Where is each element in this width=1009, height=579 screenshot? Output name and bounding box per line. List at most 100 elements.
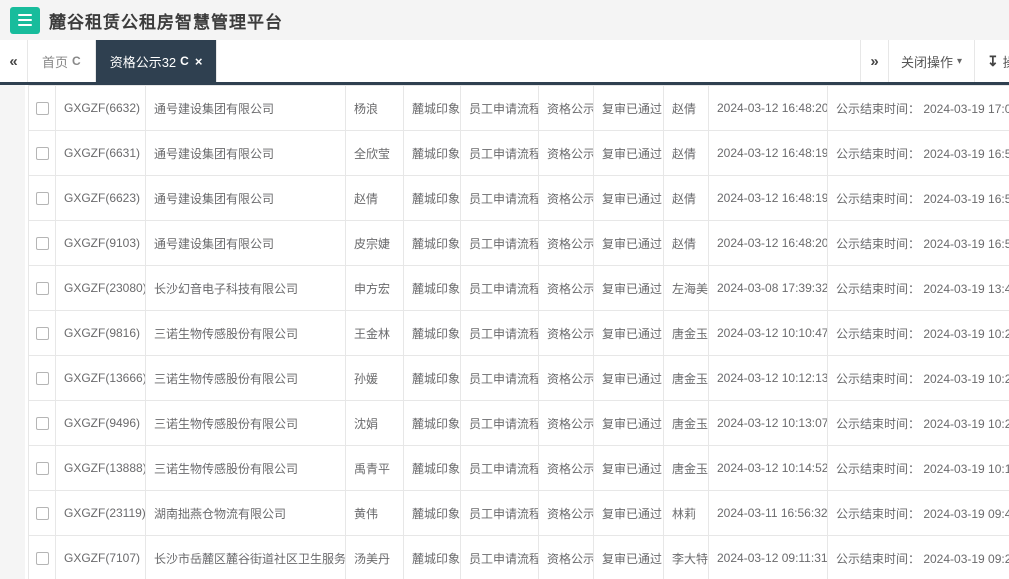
- cell-process: 员工申请流程: [460, 85, 539, 131]
- cell-apply-time: 2024-03-12 10:12:13: [708, 355, 828, 401]
- table-row: GXGZF(7107)长沙市岳麓区麓谷街道社区卫生服务中心汤美丹麓城印象员工申请…: [28, 535, 1009, 579]
- cell-process: 员工申请流程: [460, 535, 539, 579]
- cell-apply-time: 2024-03-12 10:13:07: [708, 400, 828, 446]
- cell-company: 三诺生物传感股份有限公司: [145, 355, 346, 401]
- cell-checkbox: [28, 310, 56, 356]
- cell-checkbox: [28, 130, 56, 176]
- row-checkbox[interactable]: [35, 552, 49, 566]
- cell-reviewer: 唐金玉: [663, 445, 709, 491]
- operations-button[interactable]: ↧ 操作: [974, 40, 1009, 82]
- cell-apply-time: 2024-03-12 09:11:31: [708, 535, 828, 579]
- cell-status: 资格公示: [538, 355, 594, 401]
- cell-company: 长沙幻音电子科技有限公司: [145, 265, 346, 311]
- table-row: GXGZF(6631) 通号建设集团有限公司 全欣莹 麓城印象 员工申请流程 资格公示 复审…: [28, 130, 1009, 176]
- cell-applicant: 孙媛: [345, 355, 404, 401]
- close-operations-label: 关闭操作: [901, 54, 954, 70]
- cell-company: 长沙市岳麓区麓谷街道社区卫生服务中心: [145, 535, 346, 579]
- cell-review: 复审已通过: [593, 130, 664, 176]
- cell-apply-time: 2024-03-12 10:10:47: [708, 310, 828, 356]
- row-checkbox[interactable]: [35, 147, 49, 161]
- cell-id: GXGZF(7107): [55, 535, 146, 579]
- close-tab-icon[interactable]: ×: [195, 55, 203, 68]
- cell-id: GXGZF(6631): [55, 130, 146, 176]
- cell-status: 资格公示: [538, 400, 594, 446]
- cell-process: 员工申请流程: [460, 220, 539, 266]
- cell-review: 复审已通过: [593, 265, 664, 311]
- row-checkbox[interactable]: [35, 282, 49, 296]
- row-checkbox[interactable]: [35, 417, 49, 431]
- close-operations-dropdown[interactable]: 关闭操作 ▾: [888, 40, 974, 82]
- refresh-icon[interactable]: C: [180, 54, 189, 68]
- tab-qualification-publicity[interactable]: 资格公示32 C ×: [95, 40, 218, 82]
- row-checkbox[interactable]: [35, 192, 49, 206]
- cell-end-time: 公示结束时间： 2024-03-19 16:56:54: [827, 220, 1009, 266]
- cell-process: 员工申请流程: [460, 490, 539, 536]
- download-icon: ↧: [987, 52, 999, 69]
- cell-company: 通号建设集团有限公司: [145, 220, 346, 266]
- cell-status: 资格公示: [538, 445, 594, 491]
- cell-applicant: 申方宏: [345, 265, 404, 311]
- cell-project: 麓城印象: [403, 490, 461, 536]
- tab-label: 资格公示32: [109, 54, 177, 70]
- cell-process: 员工申请流程: [460, 310, 539, 356]
- app-header: 麓谷租赁公租房智慧管理平台: [0, 0, 1009, 40]
- cell-project: 麓城印象: [403, 85, 461, 131]
- cell-project: 麓城印象: [403, 310, 461, 356]
- left-gutter: [0, 85, 25, 579]
- cell-project: 麓城印象: [403, 220, 461, 266]
- cell-id: GXGZF(9103): [55, 220, 146, 266]
- row-checkbox[interactable]: [35, 327, 49, 341]
- cell-applicant: 皮宗婕: [345, 220, 404, 266]
- cell-reviewer: 李大特: [663, 535, 709, 579]
- cell-company: 通号建设集团有限公司: [145, 85, 346, 131]
- cell-checkbox: [28, 220, 56, 266]
- row-checkbox[interactable]: [35, 372, 49, 386]
- cell-status: 资格公示: [538, 175, 594, 221]
- cell-reviewer: 赵倩: [663, 130, 709, 176]
- cell-id: GXGZF(6623): [55, 175, 146, 221]
- tab-home[interactable]: 首页 C: [28, 40, 96, 82]
- table-row: GXGZF(6623) 通号建设集团有限公司 赵倩 麓城印象 员工申请流程 资格公示 复审已…: [28, 175, 1009, 221]
- cell-id: GXGZF(9496): [55, 400, 146, 446]
- cell-end-time: 公示结束时间： 2024-03-19 09:43:00: [827, 490, 1009, 536]
- cell-review: 复审已通过: [593, 445, 664, 491]
- cell-company: 通号建设集团有限公司: [145, 130, 346, 176]
- cell-project: 麓城印象: [403, 400, 461, 446]
- cell-end-time: 公示结束时间： 2024-03-19 10:20:30: [827, 400, 1009, 446]
- cell-review: 复审已通过: [593, 355, 664, 401]
- cell-status: 资格公示: [538, 310, 594, 356]
- cell-end-time: 公示结束时间： 2024-03-19 09:25:20: [827, 535, 1009, 579]
- cell-process: 员工申请流程: [460, 355, 539, 401]
- cell-applicant: 黄伟: [345, 490, 404, 536]
- row-checkbox[interactable]: [35, 507, 49, 521]
- app-title: 麓谷租赁公租房智慧管理平台: [49, 12, 283, 32]
- cell-project: 麓城印象: [403, 130, 461, 176]
- records-table: GXGZF(6632) 通号建设集团有限公司 杨浪 麓城印象 员工申请流程 资格公示 复审已…: [28, 85, 1009, 579]
- scroll-tabs-right-button[interactable]: »: [860, 40, 888, 82]
- cell-id: GXGZF(23119): [55, 490, 146, 536]
- cell-apply-time: 2024-03-12 16:48:20: [708, 85, 828, 131]
- row-checkbox[interactable]: [35, 102, 49, 116]
- table-row: GXGZF(23119) 湖南拙燕仓物流有限公司 黄伟 麓城印象 员工申请流程 资格公示复…: [28, 490, 1009, 536]
- cell-applicant: 全欣莹: [345, 130, 404, 176]
- cell-checkbox: [28, 355, 56, 401]
- tab-bar-controls: » 关闭操作 ▾ ↧ 操作: [860, 40, 1009, 82]
- content-area: GXGZF(6632) 通号建设集团有限公司 杨浪 麓城印象 员工申请流程 资格公示 复审已…: [0, 85, 1009, 579]
- cell-reviewer: 赵倩: [663, 220, 709, 266]
- cell-checkbox: [28, 535, 56, 579]
- cell-applicant: 汤美丹: [345, 535, 404, 579]
- table-row: GXGZF(6632) 通号建设集团有限公司 杨浪 麓城印象 员工申请流程 资格公示 复审已…: [28, 85, 1009, 131]
- refresh-icon[interactable]: C: [72, 54, 81, 68]
- cell-reviewer: 林莉: [663, 490, 709, 536]
- menu-button[interactable]: [10, 6, 40, 34]
- cell-applicant: 沈娟: [345, 400, 404, 446]
- cell-end-time: 公示结束时间： 2024-03-19 17:00:18: [827, 85, 1009, 131]
- cell-apply-time: 2024-03-11 16:56:32: [708, 490, 828, 536]
- row-checkbox[interactable]: [35, 237, 49, 251]
- row-checkbox[interactable]: [35, 462, 49, 476]
- cell-end-time: 公示结束时间： 2024-03-19 10:22:34: [827, 355, 1009, 401]
- scroll-tabs-left-button[interactable]: «: [0, 40, 28, 82]
- cell-apply-time: 2024-03-12 16:48:19: [708, 175, 828, 221]
- cell-review: 复审已通过: [593, 400, 664, 446]
- cell-status: 资格公示: [538, 220, 594, 266]
